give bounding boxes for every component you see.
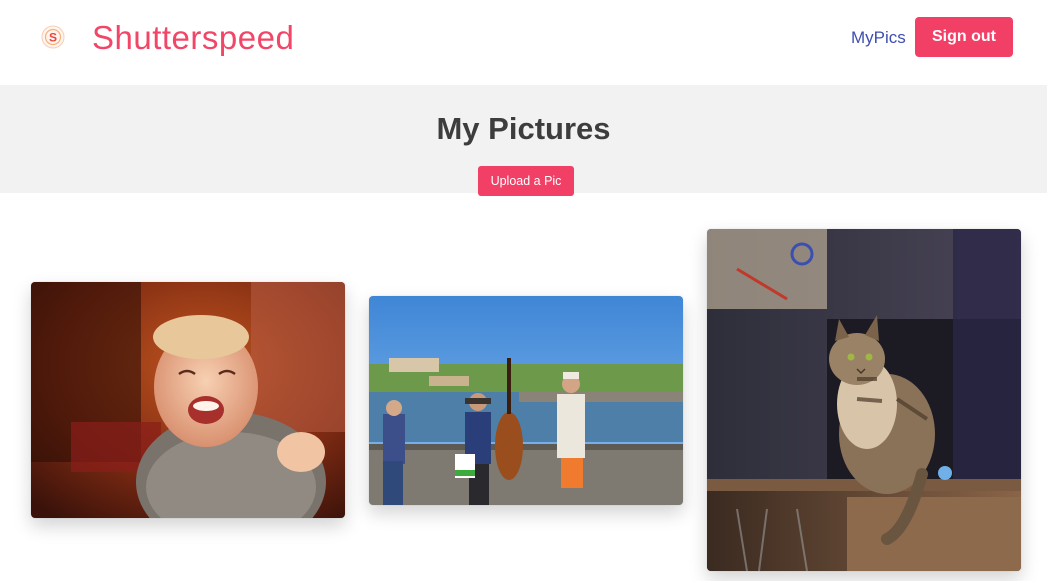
picture-card-cat[interactable] (707, 229, 1021, 571)
upload-pic-button[interactable]: Upload a Pic (478, 166, 574, 196)
picture-card-toddler[interactable] (31, 282, 345, 518)
hero-section: My Pictures Upload a Pic (0, 85, 1047, 196)
mypics-link[interactable]: MyPics (851, 27, 906, 49)
sign-out-button[interactable]: Sign out (915, 17, 1013, 57)
page-title: My Pictures (436, 111, 611, 146)
navbar: S Shutterspeed MyPics Sign out (0, 0, 1047, 85)
tabby-cat-on-cabinet-photo (707, 229, 1021, 571)
laughing-toddler-photo (31, 282, 345, 518)
shutter-logo-icon[interactable]: S (40, 24, 66, 50)
picture-card-musicians[interactable] (369, 296, 683, 505)
brand-title[interactable]: Shutterspeed (92, 18, 294, 58)
svg-text:S: S (49, 31, 57, 45)
street-musicians-bridge-photo (369, 296, 683, 505)
